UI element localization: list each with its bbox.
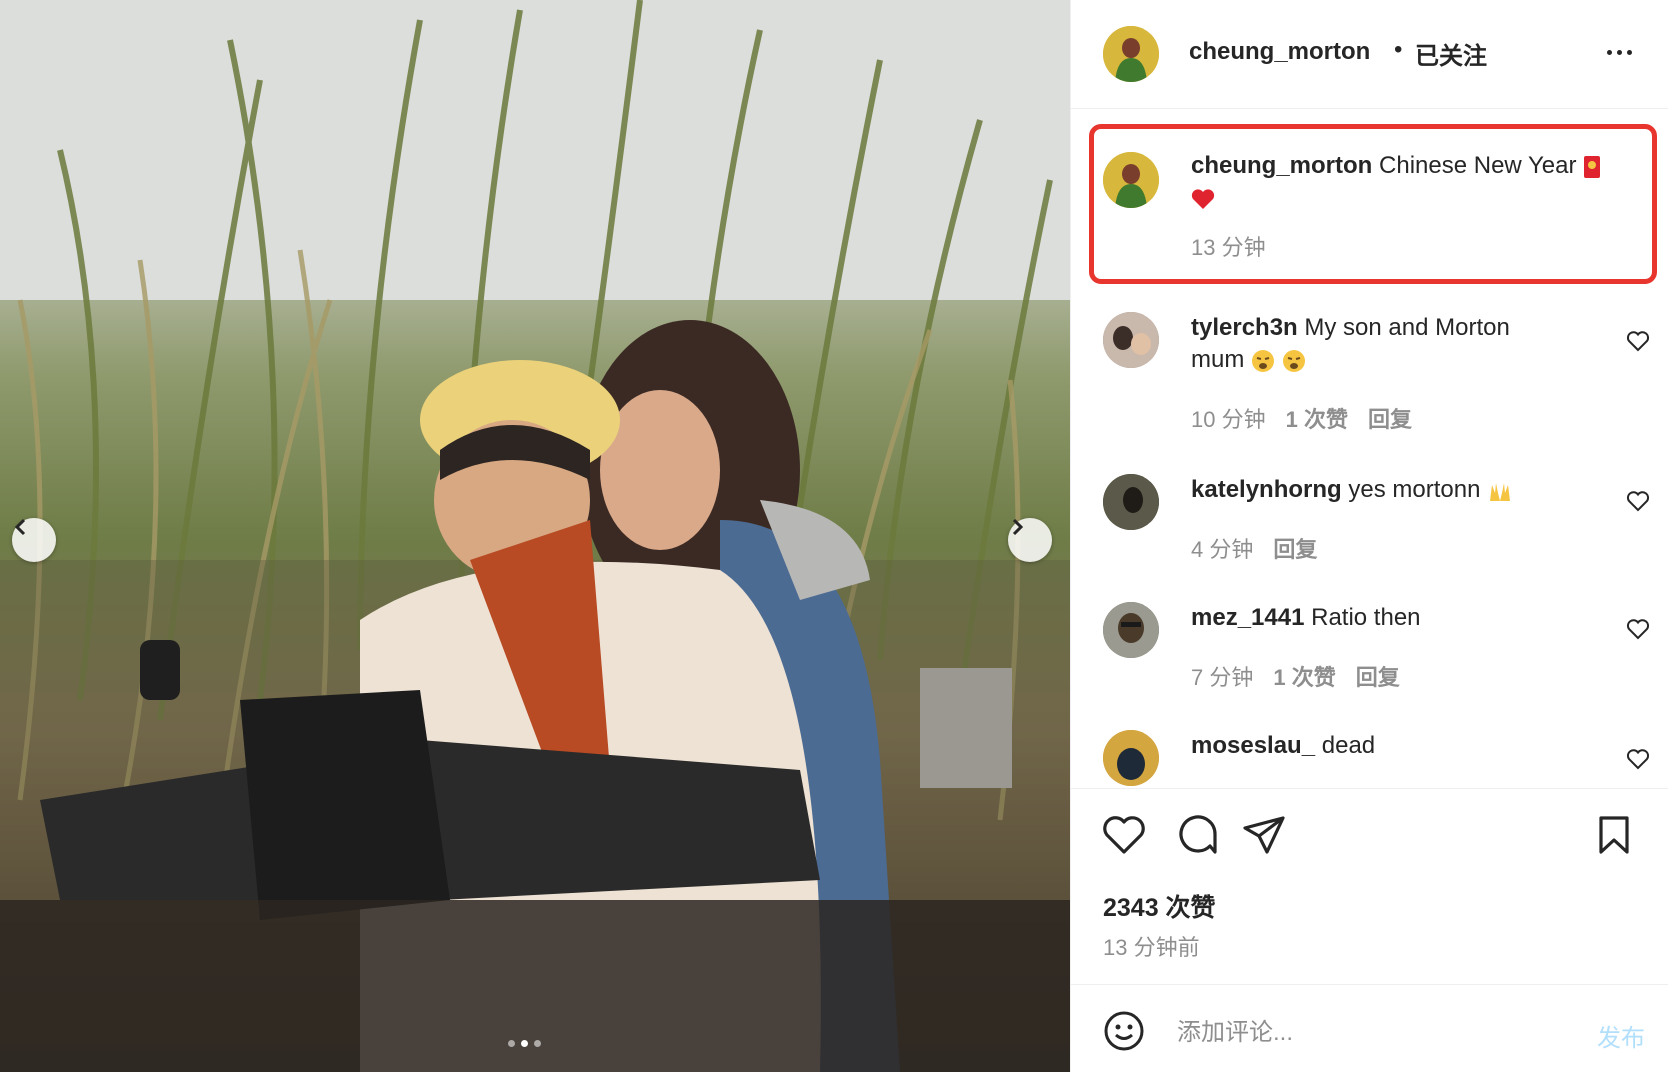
carousel-indicator xyxy=(508,1040,541,1047)
share-send-icon[interactable] xyxy=(1241,812,1287,858)
comment-bubble-icon[interactable] xyxy=(1175,812,1221,858)
avatar-image xyxy=(1103,730,1159,786)
more-options-button[interactable] xyxy=(1607,38,1643,66)
red-heart-icon xyxy=(1191,189,1215,209)
raising-hands-emoji-icon xyxy=(1490,482,1511,501)
post-time: 13 分钟前 xyxy=(1103,935,1200,960)
dot-icon xyxy=(1617,50,1622,55)
carousel-prev-button[interactable] xyxy=(12,518,56,562)
avatar-image xyxy=(1103,152,1159,208)
comment-meta: 7 分钟 1 次赞 回复 xyxy=(1191,660,1400,692)
post-comment-button[interactable]: 发布 xyxy=(1597,1018,1645,1053)
avatar-image xyxy=(1103,26,1159,82)
comment-text: tylerch3n My son and Morton mum xyxy=(1191,312,1611,376)
comment-avatar[interactable] xyxy=(1103,474,1159,530)
comment-text: mez_1441 Ratio then xyxy=(1191,602,1611,634)
avatar-image xyxy=(1103,312,1159,368)
comment-meta: 10 分钟 1 次赞 回复 xyxy=(1191,402,1412,434)
post-photo xyxy=(0,0,1070,1072)
divider xyxy=(1071,984,1668,985)
comment-avatar[interactable] xyxy=(1103,602,1159,658)
like-heart-icon[interactable] xyxy=(1101,812,1147,858)
avatar-image xyxy=(1103,602,1159,658)
comment-username[interactable]: moseslau_ xyxy=(1191,732,1315,759)
chevron-right-icon xyxy=(1012,518,1024,536)
red-envelope-icon xyxy=(1584,155,1601,178)
comment-input[interactable] xyxy=(1175,1014,1539,1052)
comment-time: 4 分钟 xyxy=(1191,537,1254,562)
author-avatar[interactable] xyxy=(1103,26,1159,82)
avatar-image xyxy=(1103,474,1159,530)
carousel-dot-active xyxy=(521,1040,528,1047)
tired-face-emoji-icon xyxy=(1282,349,1305,372)
comment-likes-button[interactable]: 1 次赞 xyxy=(1286,407,1348,432)
like-comment-heart-icon[interactable] xyxy=(1626,330,1650,352)
comment-reply-button[interactable]: 回复 xyxy=(1356,665,1400,690)
comment-avatar[interactable] xyxy=(1103,730,1159,786)
emoji-picker-icon[interactable] xyxy=(1103,1010,1145,1052)
caption-body: Chinese New Year xyxy=(1379,152,1577,179)
like-comment-heart-icon[interactable] xyxy=(1626,618,1650,640)
comment-text: katelynhorng yes mortonn xyxy=(1191,474,1611,506)
comment-username[interactable]: mez_1441 xyxy=(1191,604,1304,631)
bookmark-icon[interactable] xyxy=(1591,812,1637,858)
caption-author-avatar[interactable] xyxy=(1103,152,1159,208)
comment-time: 10 分钟 xyxy=(1191,407,1266,432)
comment-reply-button[interactable]: 回复 xyxy=(1273,537,1317,562)
comment-time: 7 分钟 xyxy=(1191,665,1254,690)
dot-icon xyxy=(1627,50,1632,55)
comment-username[interactable]: katelynhorng xyxy=(1191,476,1342,503)
carousel-dot xyxy=(508,1040,515,1047)
comment-avatar[interactable] xyxy=(1103,312,1159,368)
follow-status-button[interactable]: 已关注 xyxy=(1415,36,1487,71)
comment-text: moseslau_ dead xyxy=(1191,730,1611,762)
comment-meta: 4 分钟 回复 xyxy=(1191,532,1317,564)
author-username[interactable]: cheung_morton xyxy=(1189,38,1370,66)
separator-dot: • xyxy=(1394,36,1403,63)
like-comment-heart-icon[interactable] xyxy=(1626,490,1650,512)
caption-text: cheung_morton Chinese New Year xyxy=(1191,150,1631,214)
comment-body: My son and Morton xyxy=(1304,314,1510,341)
post-header: cheung_morton • 已关注 xyxy=(1071,0,1668,109)
carousel-next-button[interactable] xyxy=(1008,518,1052,562)
comment-body: dead xyxy=(1321,732,1376,759)
comment-likes-button[interactable]: 1 次赞 xyxy=(1273,665,1335,690)
comment-body: Ratio then xyxy=(1311,604,1421,631)
tired-face-emoji-icon xyxy=(1252,349,1275,372)
caption-time: 13 分钟 xyxy=(1191,235,1266,260)
post-sidebar: cheung_morton • 已关注 cheung_morton Chines… xyxy=(1070,0,1668,1072)
comment-body: yes mortonn xyxy=(1348,476,1481,503)
like-comment-heart-icon[interactable] xyxy=(1626,748,1650,770)
chevron-left-icon xyxy=(14,518,26,536)
divider xyxy=(1071,788,1668,789)
photo-illustration xyxy=(0,0,1070,1072)
comment-partial-row: moseslau_ dead xyxy=(1071,720,1668,788)
comment-reply-button[interactable]: 回复 xyxy=(1368,407,1412,432)
likes-count[interactable]: 2343 次赞 xyxy=(1103,888,1216,924)
dot-icon xyxy=(1607,50,1612,55)
comment-username[interactable]: tylerch3n xyxy=(1191,314,1298,341)
comment-body-line2: mum xyxy=(1191,346,1245,373)
caption-username[interactable]: cheung_morton xyxy=(1191,152,1372,179)
carousel-dot xyxy=(534,1040,541,1047)
